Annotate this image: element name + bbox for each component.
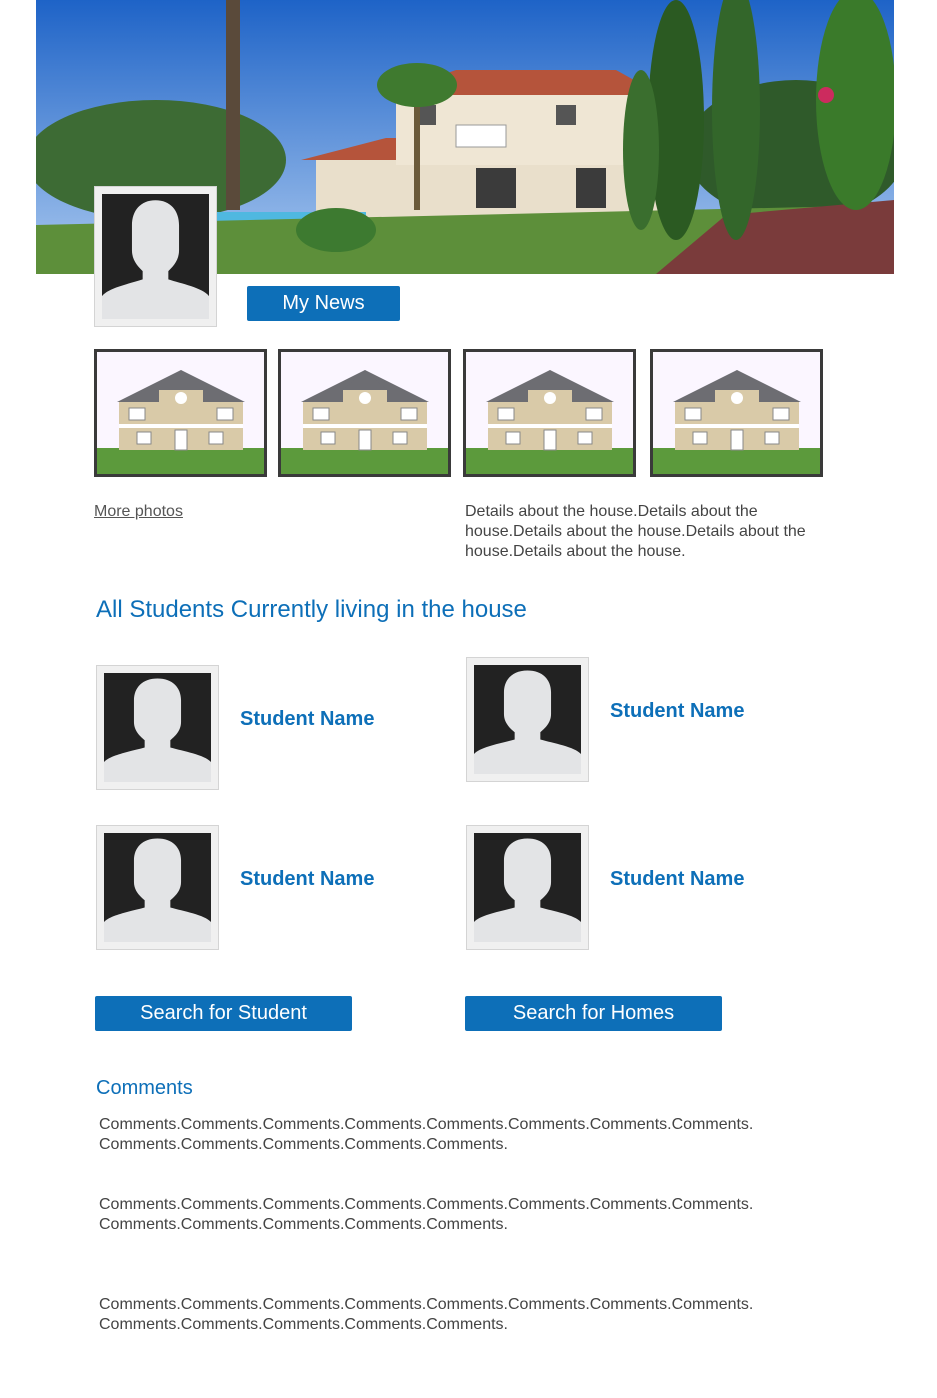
comments-title: Comments: [96, 1077, 193, 1099]
student-name[interactable]: Student Name: [240, 708, 374, 731]
student-avatar[interactable]: [466, 825, 589, 950]
search-for-student-button[interactable]: Search for Student: [95, 996, 352, 1031]
comment-text: Comments.Comments.Comments.Comments.Comm…: [99, 1196, 754, 1233]
search-for-homes-button[interactable]: Search for Homes: [465, 996, 722, 1031]
person-silhouette-icon: [474, 833, 581, 942]
student-name[interactable]: Student Name: [610, 868, 744, 891]
student-avatar[interactable]: [96, 665, 219, 790]
person-silhouette-icon: [104, 673, 211, 782]
house-details-text: Details about the house.Details about th…: [465, 503, 806, 560]
person-silhouette-icon: [474, 665, 581, 774]
house-photo-thumbnail[interactable]: [94, 349, 267, 477]
student-avatar[interactable]: [466, 657, 589, 782]
my-news-button[interactable]: My News: [247, 286, 400, 321]
student-avatar[interactable]: [96, 825, 219, 950]
house-photo-thumbnail[interactable]: [463, 349, 636, 477]
student-name[interactable]: Student Name: [240, 868, 374, 891]
person-silhouette-icon: [104, 833, 211, 942]
person-silhouette-icon: [102, 194, 209, 319]
house-photo-thumbnail[interactable]: [278, 349, 451, 477]
profile-avatar[interactable]: [94, 186, 217, 327]
more-photos-link[interactable]: More photos: [94, 503, 183, 521]
comment-text: Comments.Comments.Comments.Comments.Comm…: [99, 1296, 754, 1333]
students-section-title: All Students Currently living in the hou…: [96, 596, 527, 623]
comment-text: Comments.Comments.Comments.Comments.Comm…: [99, 1116, 754, 1153]
student-name[interactable]: Student Name: [610, 700, 744, 723]
house-photo-thumbnail[interactable]: [650, 349, 823, 477]
